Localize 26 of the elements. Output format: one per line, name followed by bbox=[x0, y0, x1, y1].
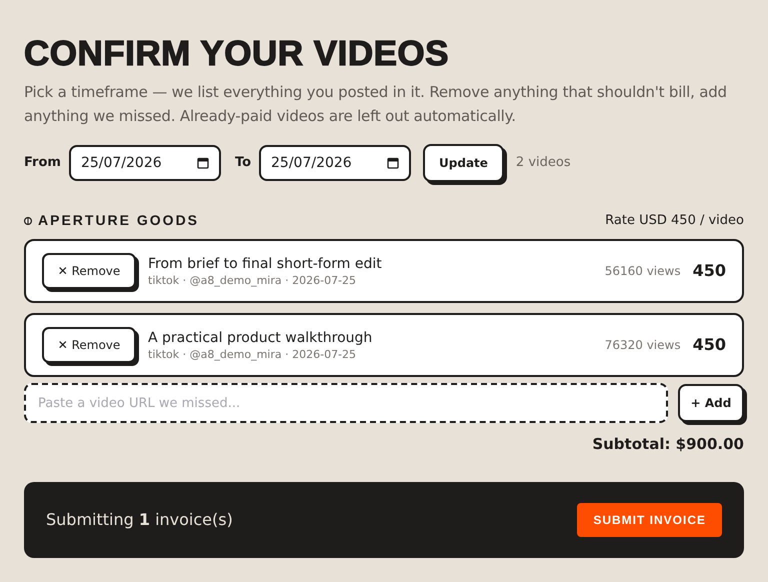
brand-name: APERTURE GOODS bbox=[38, 211, 200, 230]
date-field[interactable]: 25/07/2026 bbox=[68, 145, 221, 181]
video-amount: 450 bbox=[692, 334, 726, 356]
submit-summary: Submitting 1 invoice(s) bbox=[46, 508, 233, 530]
remove-button[interactable]: ✕ Remove bbox=[42, 327, 136, 363]
remove-button[interactable]: ✕ Remove bbox=[42, 253, 136, 289]
view-count: 76320 views bbox=[604, 337, 681, 354]
subtotal-text: Subtotal: $900.00 bbox=[592, 434, 744, 455]
video-url-field[interactable]: Paste a video URL we missed... bbox=[24, 383, 668, 423]
calendar-icon[interactable] bbox=[387, 157, 400, 169]
date-field[interactable]: 25/07/2026 bbox=[259, 145, 412, 181]
video-amount: 450 bbox=[692, 260, 726, 282]
video-count: 2 videos bbox=[516, 154, 571, 172]
update-button[interactable]: Update bbox=[423, 144, 504, 182]
to-label: To bbox=[234, 154, 252, 172]
intro-text: Pick a timeframe — we list everything you posted in it. Remove anything that shouldn't bill, add anything we missed. Already-paid videos are left out automatically. bbox=[24, 82, 728, 127]
video-title: A practical product walkthrough bbox=[148, 328, 374, 346]
view-count: 56160 views bbox=[604, 263, 681, 280]
video-meta: tiktok · @a8_demo_mira · 2026-07-25 bbox=[148, 346, 358, 362]
video-title: From brief to final short-form edit bbox=[148, 254, 383, 272]
page-title: CONFIRM YOUR VIDEOS bbox=[24, 34, 450, 74]
video-meta: tiktok · @a8_demo_mira · 2026-07-25 bbox=[148, 272, 358, 288]
calendar-icon[interactable] bbox=[196, 157, 209, 169]
add-button[interactable]: + Add bbox=[678, 384, 744, 422]
from-label: From bbox=[24, 154, 61, 172]
rate-text: Rate USD 450 / video bbox=[605, 212, 744, 230]
